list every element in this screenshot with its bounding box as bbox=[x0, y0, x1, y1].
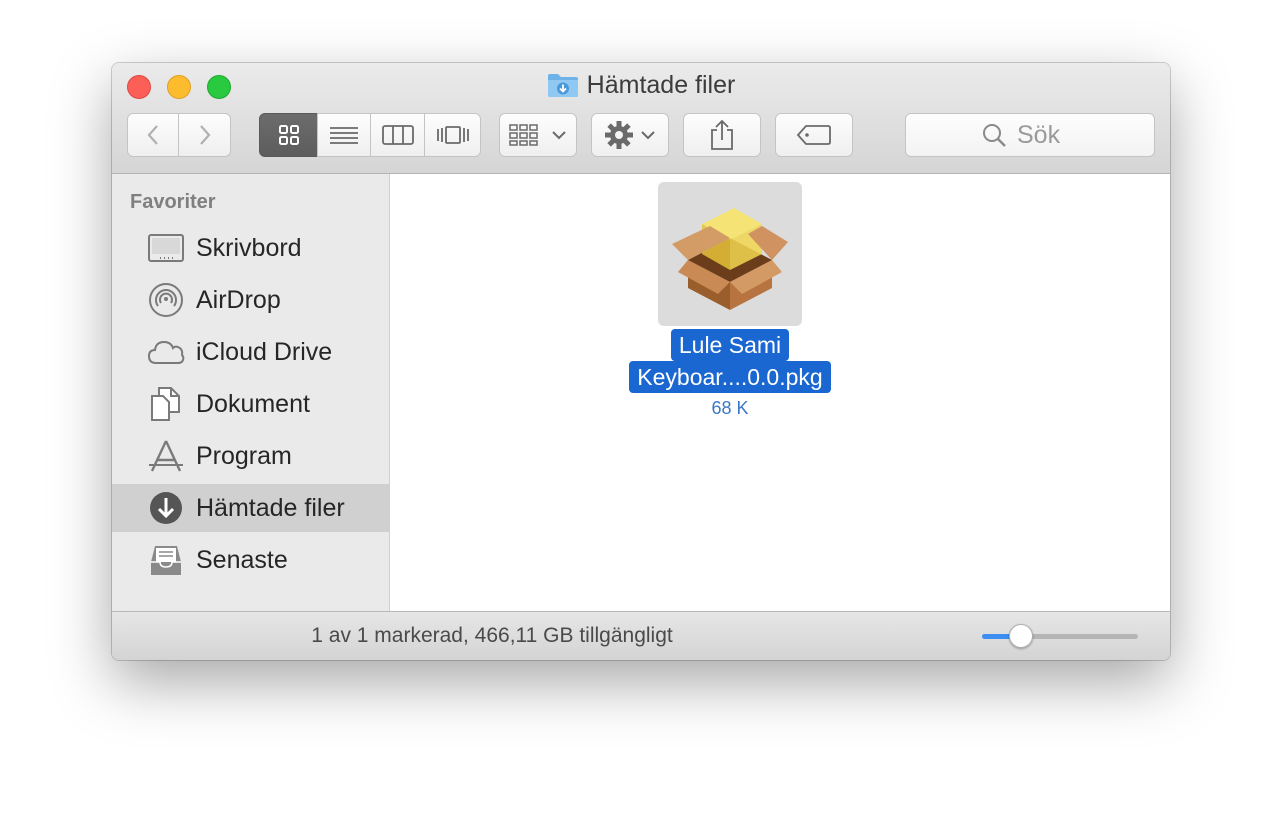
chevron-down-icon bbox=[641, 131, 655, 140]
status-bar: 1 av 1 markerad, 466,11 GB tillgängligt bbox=[112, 611, 1170, 660]
icon-size-slider-knob[interactable] bbox=[1009, 624, 1033, 648]
sidebar-item-dokument[interactable]: Dokument bbox=[112, 380, 390, 428]
sidebar-item-label: Senaste bbox=[196, 545, 288, 574]
sidebar-header: Favoriter bbox=[130, 191, 216, 213]
sidebar: Favoriter Skrivbord AirDrop iCloud Drive… bbox=[112, 174, 390, 611]
file-item-thumbnail[interactable] bbox=[658, 182, 802, 326]
list-view-button[interactable] bbox=[317, 113, 371, 157]
file-browser-content[interactable]: Lule Sami Keyboar....0.0.pkg 68 K bbox=[391, 174, 1170, 611]
package-icon bbox=[672, 208, 788, 310]
arrange-button[interactable] bbox=[499, 113, 577, 157]
file-name-label[interactable]: Lule Sami Keyboar....0.0.pkg bbox=[620, 329, 840, 393]
window-title-text: Hämtade filer bbox=[586, 71, 736, 99]
window-title: Hämtade filer bbox=[112, 71, 1170, 105]
icon-grid-icon bbox=[278, 125, 299, 145]
sidebar-item-icloud-drive[interactable]: iCloud Drive bbox=[112, 328, 390, 376]
back-button[interactable] bbox=[127, 113, 179, 157]
gear-icon bbox=[605, 121, 633, 149]
cover-flow-icon bbox=[436, 126, 469, 144]
airdrop-icon bbox=[146, 280, 186, 320]
sidebar-item-label: iCloud Drive bbox=[196, 337, 333, 366]
search-input[interactable] bbox=[1015, 119, 1079, 151]
icon-view-button[interactable] bbox=[259, 113, 318, 157]
search-icon bbox=[983, 124, 1006, 147]
downloads-folder-icon bbox=[547, 72, 579, 105]
tag-button[interactable] bbox=[775, 113, 853, 157]
file-name-line-2: Keyboar....0.0.pkg bbox=[629, 361, 831, 393]
recents-icon bbox=[146, 540, 186, 580]
chevron-left-icon bbox=[147, 125, 158, 145]
sidebar-item-label: Hämtade filer bbox=[196, 493, 345, 522]
sidebar-item-label: Dokument bbox=[196, 389, 310, 418]
sidebar-item-hamtade-filer[interactable]: Hämtade filer bbox=[112, 484, 390, 532]
status-text: 1 av 1 markerad, 466,11 GB tillgängligt bbox=[311, 624, 673, 647]
cover-flow-view-button[interactable] bbox=[424, 113, 481, 157]
chevron-right-icon bbox=[199, 125, 210, 145]
search-field[interactable] bbox=[905, 113, 1155, 157]
sidebar-item-label: AirDrop bbox=[196, 285, 281, 314]
titlebar[interactable]: Hämtade filer bbox=[112, 63, 1170, 174]
finder-window: Hämtade filer Sök Favoriter Skrivbord Ai… bbox=[112, 63, 1170, 660]
sidebar-item-label: Program bbox=[196, 441, 292, 470]
downloads-icon bbox=[146, 488, 186, 528]
desktop-icon bbox=[146, 228, 186, 268]
forward-button[interactable] bbox=[178, 113, 231, 157]
applications-icon bbox=[146, 436, 186, 476]
list-icon bbox=[330, 127, 358, 144]
sidebar-item-label: Skrivbord bbox=[196, 233, 302, 262]
chevron-down-icon bbox=[552, 131, 566, 140]
file-size-label: 68 K bbox=[711, 398, 749, 418]
cloud-icon bbox=[146, 332, 186, 372]
icon-size-slider[interactable] bbox=[982, 624, 1138, 648]
columns-icon bbox=[381, 125, 414, 145]
sidebar-item-skrivbord[interactable]: Skrivbord bbox=[112, 224, 390, 272]
file-name-line-1: Lule Sami bbox=[670, 329, 790, 361]
sidebar-item-airdrop[interactable]: AirDrop bbox=[112, 276, 390, 324]
share-icon bbox=[711, 119, 733, 150]
column-view-button[interactable] bbox=[370, 113, 425, 157]
action-menu-button[interactable] bbox=[591, 113, 669, 157]
sidebar-item-program[interactable]: Program bbox=[112, 432, 390, 480]
arrange-grid-icon bbox=[509, 124, 538, 146]
share-button[interactable] bbox=[683, 113, 761, 157]
documents-icon bbox=[146, 384, 186, 424]
sidebar-item-senaste[interactable]: Senaste bbox=[112, 536, 390, 584]
tag-icon bbox=[796, 125, 831, 145]
